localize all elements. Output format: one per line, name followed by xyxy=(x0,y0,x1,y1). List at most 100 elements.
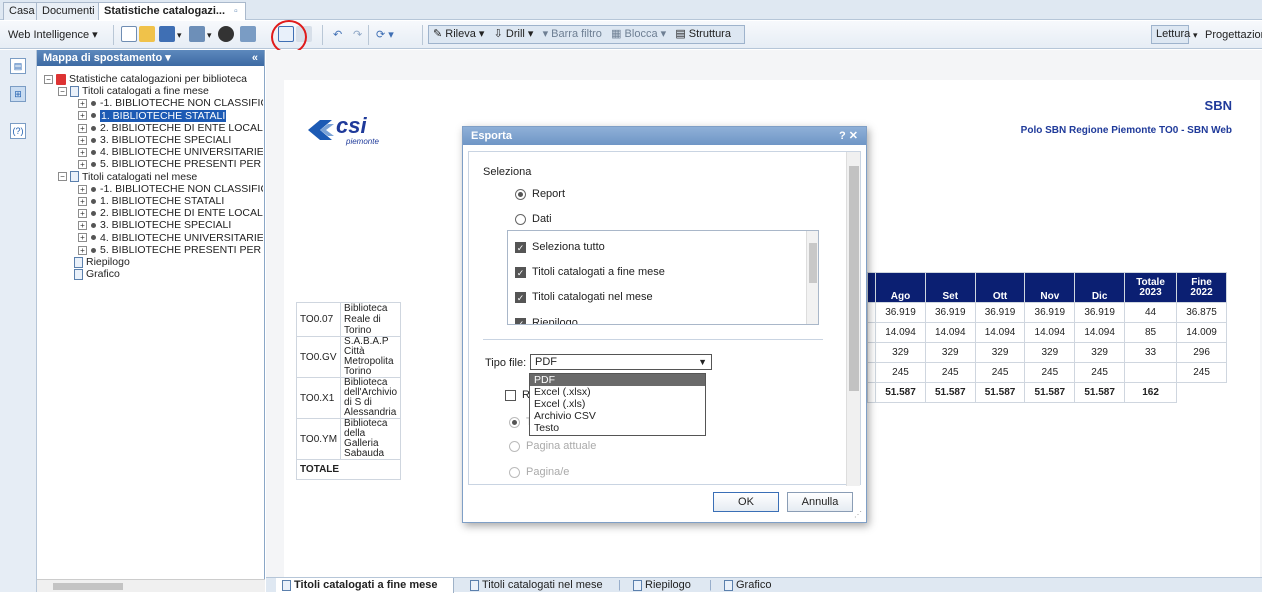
tree-label: Statistiche catalogazioni per biblioteca xyxy=(69,73,248,85)
file-type-select[interactable]: PDF ▼ xyxy=(530,354,712,370)
undo-icon[interactable]: ↶ xyxy=(333,26,342,44)
divider xyxy=(483,339,823,340)
redo-icon[interactable]: ↷ xyxy=(353,26,362,44)
pagina-attuale-radio[interactable]: Pagina attuale xyxy=(509,440,596,452)
tree-group[interactable]: − Titoli catalogati a fine mese xyxy=(58,85,263,97)
expand-icon[interactable]: + xyxy=(78,111,87,121)
report-table-left: TO0.07 Biblioteca Reale di Torino TO0.GV S… xyxy=(295,302,402,480)
tab-separator: | xyxy=(618,579,621,591)
tree-group[interactable]: − Titoli catalogati nel mese xyxy=(58,171,263,183)
tree-extra-item[interactable]: Riepilogo xyxy=(74,256,263,268)
option-csv[interactable]: Archivio CSV xyxy=(530,410,705,422)
tree-item[interactable]: +2. BIBLIOTECHE DI ENTE LOCALE xyxy=(78,207,263,219)
riepilogo-checkbox[interactable]: ✓ Riepilogo xyxy=(515,317,578,324)
tree-item[interactable]: +4. BIBLIOTECHE UNIVERSITARIE DE xyxy=(78,146,263,158)
tree-extra-item[interactable]: Grafico xyxy=(74,268,263,280)
navigation-panel-header: Mappa di spostamento ▾ « xyxy=(37,50,264,66)
expand-icon[interactable]: + xyxy=(78,233,87,243)
close-icon[interactable]: ? ✕ xyxy=(839,127,858,145)
tab-titoli-fine-mese[interactable]: Titoli catalogati a fine mese xyxy=(276,578,455,593)
lettura-button[interactable]: Lettura xyxy=(1151,25,1190,44)
tab-report[interactable]: Statistiche catalogazi... ▫ ◂ ✕ xyxy=(98,2,246,34)
expand-icon[interactable]: + xyxy=(78,184,87,194)
file-type-dropdown: PDF Excel (.xlsx) Excel (.xls) Archivio … xyxy=(529,373,706,436)
navigation-map-icon[interactable]: ⊞ xyxy=(10,86,26,102)
expand-icon[interactable]: + xyxy=(78,221,87,231)
tree-item[interactable]: +5. BIBLIOTECHE PRESENTI PER POS xyxy=(78,158,263,170)
tree-label: 3. BIBLIOTECHE SPECIALI xyxy=(100,134,232,146)
find-icon[interactable] xyxy=(218,26,234,42)
horizontal-scrollbar[interactable] xyxy=(37,579,265,592)
web-intelligence-menu[interactable]: Web Intelligence ▾ xyxy=(8,26,98,44)
expand-icon[interactable]: + xyxy=(78,135,87,145)
tab-label: Statistiche catalogazi... xyxy=(104,5,226,17)
tree-item[interactable]: +1. BIBLIOTECHE STATALI xyxy=(78,195,263,207)
progettazione-button[interactable]: Progettazione xyxy=(1205,26,1262,44)
mode-chevron-icon[interactable]: ▾ xyxy=(1193,26,1198,44)
tree-item[interactable]: + -1. BIBLIOTECHE NON CLASSIFICATE xyxy=(78,183,263,195)
csi-piemonte-logo: csi piemonte xyxy=(306,110,396,153)
option-excel-xls[interactable]: Excel (.xls) xyxy=(530,398,705,410)
svg-text:csi: csi xyxy=(336,113,367,138)
print-menu-chevron-icon[interactable]: ▾ xyxy=(207,26,212,44)
struttura-button[interactable]: ▤ Struttura xyxy=(675,28,731,40)
expand-icon[interactable]: + xyxy=(78,160,87,170)
help-icon[interactable]: (?) xyxy=(10,123,26,139)
option-pdf[interactable]: PDF xyxy=(530,374,705,386)
tree-item[interactable]: +3. BIBLIOTECHE SPECIALI xyxy=(78,134,263,146)
tree-item[interactable]: +3. BIBLIOTECHE SPECIALI xyxy=(78,219,263,231)
tree-root[interactable]: − Statistiche catalogazioni per bibliotec… xyxy=(44,73,263,85)
ok-button[interactable]: OK xyxy=(713,492,779,512)
collapse-icon[interactable]: − xyxy=(44,74,53,84)
list-scrollbar[interactable] xyxy=(806,231,818,324)
bullet-icon xyxy=(91,101,96,107)
tab-riepilogo[interactable]: Riepilogo xyxy=(633,578,691,593)
expand-icon[interactable]: + xyxy=(78,208,87,218)
expand-icon[interactable]: + xyxy=(78,245,87,255)
table-header-row: Ago Set Ott Nov Dic Totale 2023 Fine 202… xyxy=(866,272,1227,303)
rileva-button[interactable]: ✎ Rileva ▾ xyxy=(433,28,484,40)
refresh-icon[interactable]: ⟳ ▾ xyxy=(376,26,394,44)
collapse-icon[interactable]: − xyxy=(58,86,67,96)
tab-documenti[interactable]: Documenti xyxy=(36,2,101,20)
tree-label: 2. BIBLIOTECHE DI ENTE LOCALE xyxy=(100,207,263,220)
report-icon xyxy=(633,579,642,591)
print-icon[interactable] xyxy=(189,26,205,42)
blocca-button[interactable]: ▦ Blocca ▾ xyxy=(611,28,666,40)
dialog-scrollbar[interactable] xyxy=(846,152,860,486)
expand-icon[interactable]: + xyxy=(78,99,87,109)
table-row: TOTALE xyxy=(295,459,402,480)
document-summary-icon[interactable]: ▤ xyxy=(10,58,26,74)
new-document-icon[interactable] xyxy=(121,26,137,42)
collapse-icon[interactable]: − xyxy=(58,172,67,182)
seleziona-tutto-checkbox[interactable]: ✓ Seleziona tutto xyxy=(515,241,605,253)
dati-radio[interactable]: Dati xyxy=(515,213,552,225)
tree-item[interactable]: +1. BIBLIOTECHE STATALI xyxy=(78,109,263,122)
export-dialog: Esporta ? ✕ Seleziona Report Dati ✓ Selez… xyxy=(462,126,867,523)
history-icon[interactable] xyxy=(240,26,256,42)
tab-grafico[interactable]: Grafico xyxy=(724,578,771,593)
option-excel-xlsx[interactable]: Excel (.xlsx) xyxy=(530,386,705,398)
pagine-radio[interactable]: Pagina/e xyxy=(509,466,569,478)
option-testo[interactable]: Testo xyxy=(530,422,705,434)
tree-item[interactable]: +2. BIBLIOTECHE DI ENTE LOCALE xyxy=(78,122,263,134)
annulla-button[interactable]: Annulla xyxy=(787,492,853,512)
tree-item[interactable]: +5. BIBLIOTECHE PRESENTI PER POS xyxy=(78,244,263,256)
tab-titoli-nel-mese[interactable]: Titoli catalogati nel mese xyxy=(470,578,603,593)
report-radio[interactable]: Report xyxy=(515,188,565,200)
open-folder-icon[interactable] xyxy=(139,26,155,42)
save-menu-chevron-icon[interactable]: ▾ xyxy=(177,26,182,44)
save-icon[interactable] xyxy=(159,26,175,42)
barra-filtro-button[interactable]: ▾ Barra filtro xyxy=(543,28,602,40)
titoli-nel-mese-checkbox[interactable]: ✓ Titoli catalogati nel mese xyxy=(515,291,653,303)
drill-button[interactable]: ⇩ Drill ▾ xyxy=(494,28,534,40)
resize-grip-icon[interactable]: ⋰ xyxy=(854,510,862,519)
tree-item[interactable]: + -1. BIBLIOTECHE NON CLASSIFICATE xyxy=(78,97,263,109)
expand-icon[interactable]: + xyxy=(78,123,87,133)
table-row: 245 245 245 245 245 245 xyxy=(866,362,1227,383)
titoli-fine-mese-checkbox[interactable]: ✓ Titoli catalogati a fine mese xyxy=(515,266,665,278)
collapse-panel-icon[interactable]: « xyxy=(252,50,258,66)
expand-icon[interactable]: + xyxy=(78,147,87,157)
tree-item[interactable]: +4. BIBLIOTECHE UNIVERSITARIE DE xyxy=(78,232,263,244)
expand-icon[interactable]: + xyxy=(78,196,87,206)
